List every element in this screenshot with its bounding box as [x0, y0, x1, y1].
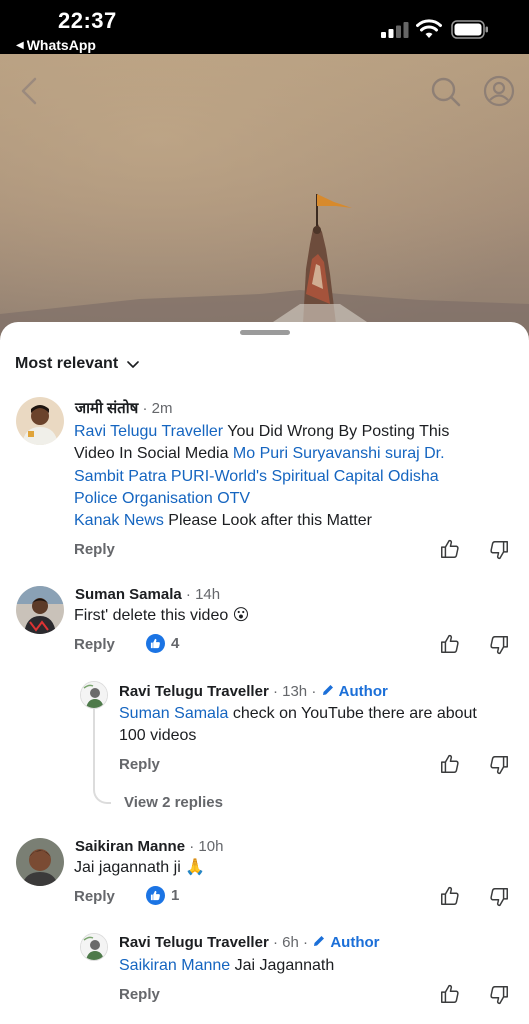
like-count: 1: [171, 887, 180, 904]
comment-time: 14h: [195, 586, 221, 603]
comment-author[interactable]: जामी संतोष: [75, 400, 138, 417]
reply-author[interactable]: Ravi Telugu Traveller: [119, 934, 269, 951]
avatar[interactable]: [16, 838, 64, 886]
comment-time: 2m: [151, 400, 173, 417]
reply-button[interactable]: Reply: [74, 888, 115, 905]
comment-author[interactable]: Suman Samala: [75, 586, 182, 603]
avatar[interactable]: [16, 397, 64, 445]
reply-button[interactable]: Reply: [74, 636, 115, 653]
thumbs-up-icon[interactable]: [439, 885, 461, 907]
like-reaction-icon: [146, 886, 165, 905]
chevron-down-icon: [127, 360, 139, 368]
reply-button[interactable]: Reply: [119, 756, 160, 773]
comment-text-line: You Did Wrong By Posting This: [223, 423, 450, 440]
comment-text: Ravi Telugu Traveller You Did Wrong By P…: [74, 421, 449, 532]
pencil-icon: [322, 685, 333, 695]
author-badge: Author: [330, 934, 380, 951]
reply-text: Suman Samala check on YouTube there are …: [119, 703, 477, 748]
reply-text-line: 100 videos: [119, 727, 197, 745]
avatar[interactable]: [80, 933, 108, 961]
sheet-drag-handle[interactable]: [240, 330, 290, 335]
mention-link[interactable]: Sambit Patra PURI-World's Spiritual Capi…: [74, 468, 439, 485]
avatar-image: [16, 838, 64, 886]
comment-author[interactable]: Saikiran Manne: [75, 838, 185, 855]
avatar-image: [16, 586, 64, 634]
comment-time: 10h: [198, 838, 224, 855]
reaction-count[interactable]: 4: [146, 634, 179, 653]
reply-text-line: Jai Jagannath: [230, 957, 335, 974]
reply-time: 6h: [282, 934, 299, 951]
reply-button[interactable]: Reply: [74, 541, 115, 558]
comment-text: First' delete this video 😮: [74, 607, 250, 624]
avatar-image: [81, 682, 107, 708]
avatar-image: [16, 397, 64, 445]
back-icon[interactable]: [18, 76, 42, 106]
like-reaction-icon: [146, 634, 165, 653]
sort-dropdown[interactable]: Most relevant: [15, 355, 140, 373]
search-icon[interactable]: [430, 76, 462, 108]
avatar[interactable]: [16, 586, 64, 634]
avatar-image: [81, 934, 107, 960]
thumbs-down-icon[interactable]: [488, 886, 510, 908]
thumbs-down-icon[interactable]: [488, 634, 510, 656]
thumbs-up-icon[interactable]: [439, 753, 461, 775]
reply-time: 13h: [282, 683, 308, 700]
thumbs-up-icon[interactable]: [439, 633, 461, 655]
pencil-icon: [314, 936, 325, 946]
mention-link[interactable]: Police Organisation OTV: [74, 490, 250, 507]
back-to-app-link[interactable]: ◀ WhatsApp: [16, 37, 96, 53]
mention-link[interactable]: Mo Puri Suryavanshi suraj Dr.: [233, 445, 445, 462]
mention-link[interactable]: Ravi Telugu Traveller: [74, 423, 223, 440]
battery-icon: [451, 20, 488, 39]
cellular-signal-icon: [381, 22, 409, 38]
comments-sheet[interactable]: Most relevant जामी संतोष · 2m Ravi Telug…: [0, 322, 529, 1024]
status-bar: 22:37 ◀ WhatsApp: [0, 0, 529, 54]
reaction-count[interactable]: 1: [146, 886, 179, 905]
like-count: 4: [171, 635, 180, 652]
author-badge: Author: [338, 683, 388, 700]
back-app-label: WhatsApp: [26, 37, 96, 53]
wifi-icon: [416, 19, 442, 38]
sort-label: Most relevant: [15, 355, 119, 372]
view-replies-link[interactable]: View 2 replies: [124, 794, 223, 811]
profile-icon[interactable]: [483, 75, 515, 107]
reply-thread-line: [93, 708, 111, 804]
thumbs-down-icon[interactable]: [488, 984, 510, 1006]
reply-button[interactable]: Reply: [119, 986, 160, 1003]
comment-text-line: Video In Social Media: [74, 445, 233, 463]
thumbs-up-icon[interactable]: [439, 538, 461, 560]
thumbs-down-icon[interactable]: [488, 754, 510, 776]
reply-text: Saikiran Manne Jai Jagannath: [119, 955, 334, 977]
status-time: 22:37: [58, 8, 117, 33]
reply-text-line: check on YouTube there are about: [228, 705, 477, 722]
video-player[interactable]: [0, 54, 529, 339]
comment-text: Jai jagannath ji 🙏: [74, 859, 206, 876]
reply-author[interactable]: Ravi Telugu Traveller: [119, 683, 269, 700]
thumbs-up-icon[interactable]: [439, 983, 461, 1005]
mention-link[interactable]: Suman Samala: [119, 705, 228, 722]
back-triangle-icon: ◀: [16, 39, 24, 51]
avatar[interactable]: [80, 681, 108, 709]
comment-text-line: Please Look after this Matter: [163, 512, 372, 530]
mention-link[interactable]: Kanak News: [74, 512, 164, 529]
mention-link[interactable]: Saikiran Manne: [119, 957, 230, 974]
thumbs-down-icon[interactable]: [488, 539, 510, 561]
